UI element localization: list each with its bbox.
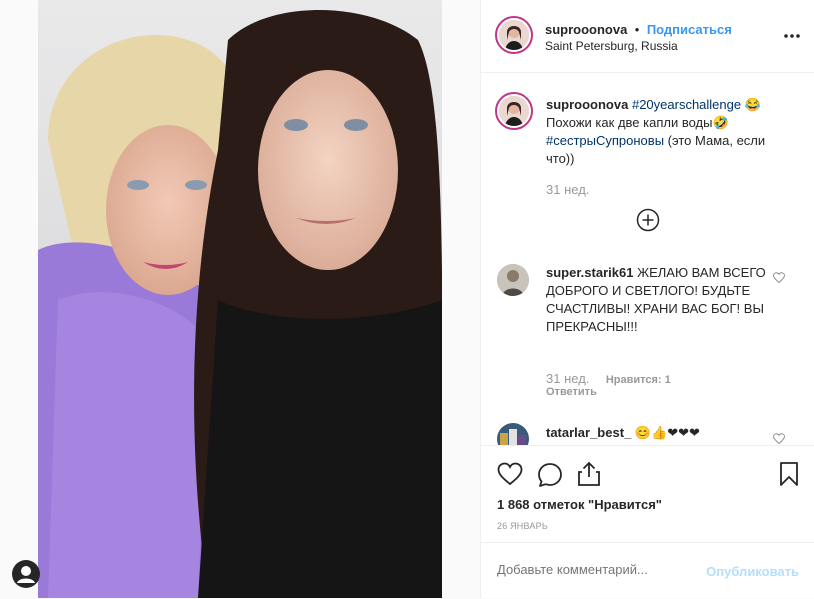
heart-icon[interactable] (497, 462, 523, 491)
commenter-avatar[interactable] (497, 423, 529, 445)
caption-avatar[interactable] (495, 92, 533, 130)
caption-emoji: 😂 (744, 97, 761, 112)
post-header: suprooonova • Подписаться Saint Petersbu… (481, 0, 814, 73)
follow-button[interactable]: Подписаться (647, 22, 732, 37)
post-panel: suprooonova • Подписаться Saint Petersbu… (480, 0, 814, 598)
commenter-avatar[interactable] (497, 264, 529, 296)
comment-like-heart-icon[interactable] (772, 433, 786, 445)
hashtag-link[interactable]: #20yearschallenge (632, 97, 741, 112)
share-icon[interactable] (577, 461, 601, 492)
author-avatar[interactable] (495, 16, 533, 54)
comment-time[interactable]: 31 нед. (546, 371, 589, 386)
author-username[interactable]: suprooonova (545, 22, 627, 37)
comment-like-heart-icon[interactable] (772, 272, 786, 287)
dot-separator: • (634, 22, 640, 37)
likes-count[interactable]: 1 868 отметок "Нравится" (497, 497, 662, 512)
comment-2-clip: tatarlar_best_ 😊👍❤❤❤ (481, 415, 814, 445)
add-comment-input[interactable] (495, 561, 699, 578)
caption-username[interactable]: suprooonova (546, 97, 628, 112)
comment-username[interactable]: tatarlar_best_ (546, 425, 631, 440)
caption-time[interactable]: 31 нед. (546, 182, 589, 197)
comment-likes[interactable]: Нравится: 1 (606, 374, 671, 386)
comment-text: tatarlar_best_ 😊👍❤❤❤ (546, 424, 776, 442)
caption-text: suprooonova #20yearschallenge 😂 Похожи к… (546, 96, 786, 168)
comment-bubble-icon[interactable] (537, 462, 563, 493)
reply-button[interactable]: Ответить (546, 386, 597, 398)
plus-circle-icon[interactable] (636, 208, 660, 237)
header-title-row: suprooonova • Подписаться (545, 21, 732, 39)
comment-text: super.starik61 ЖЕЛАЮ ВАМ ВСЕГО ДОБРОГО И… (546, 264, 776, 336)
post-location[interactable]: Saint Petersburg, Russia (545, 39, 678, 53)
comment-username[interactable]: super.starik61 (546, 265, 633, 280)
comment-body: 😊👍❤❤❤ (631, 425, 700, 440)
hashtag-link[interactable]: #сестрыСупроновы (546, 133, 664, 148)
more-horizontal-icon[interactable] (783, 24, 801, 53)
user-avatar-icon[interactable] (12, 560, 40, 588)
publish-button[interactable]: Опубликовать (706, 564, 799, 579)
bookmark-icon[interactable] (779, 461, 799, 492)
add-comment-bar: Опубликовать (481, 542, 814, 599)
caption-avatar-image (499, 96, 529, 126)
post-actions: 1 868 отметок "Нравится" 26 ЯНВАРЬ (481, 445, 814, 546)
author-avatar-image (499, 20, 529, 50)
post-date[interactable]: 26 ЯНВАРЬ (497, 521, 548, 531)
caption-line: Похожи как две капли воды🤣 (546, 115, 729, 130)
post-photo[interactable] (38, 0, 442, 598)
